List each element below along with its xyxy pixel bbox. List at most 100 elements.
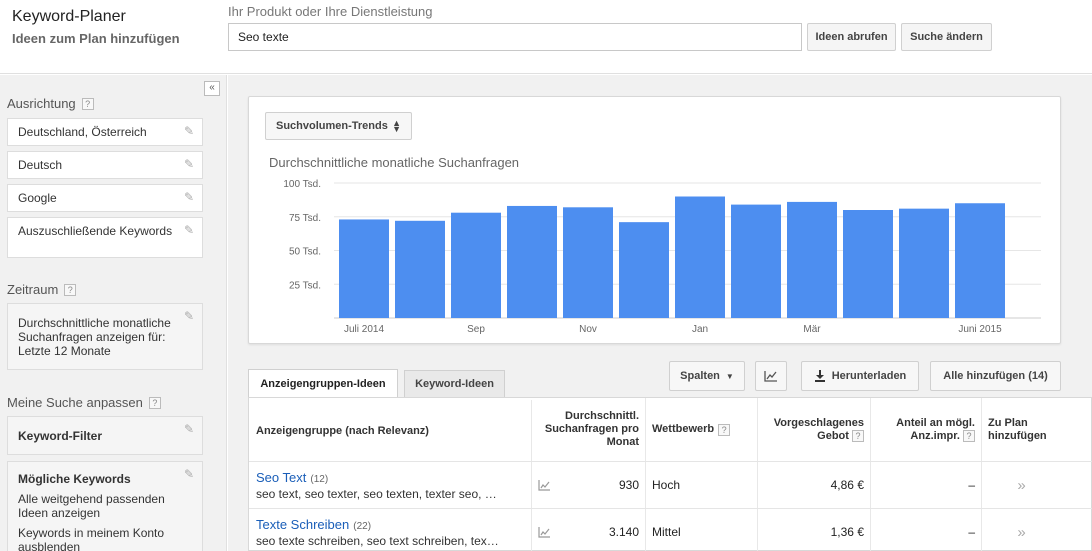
header: Keyword-Planer Ideen zum Plan hinzufügen…	[0, 0, 1092, 74]
adgroup-keywords: seo text, seo texter, seo texten, texter…	[256, 486, 497, 501]
bar-juli-2014	[339, 219, 389, 318]
adgroup-link[interactable]: Seo Text	[256, 470, 306, 485]
targeting-location-label: Deutschland, Österreich	[18, 125, 147, 139]
sort-arrows-icon: ▲ ▼	[392, 118, 401, 134]
possible-keywords-box[interactable]: Mögliche Keywords Alle weitgehend passen…	[7, 461, 203, 551]
targeting-network[interactable]: Google ✎	[7, 184, 203, 212]
metric-select[interactable]: Suchvolumen-Trends ▲ ▼	[265, 112, 412, 140]
trend-chart-icon[interactable]	[538, 479, 551, 491]
bar-dez	[619, 222, 669, 318]
column-header-add-to-plan: Zu Plan hinzufügen	[988, 416, 1047, 442]
help-icon[interactable]: ?	[852, 429, 864, 442]
help-icon[interactable]: ?	[148, 396, 161, 409]
bar-aug	[395, 220, 445, 318]
double-chevron-right-icon: »	[1017, 476, 1026, 494]
line-chart-icon	[764, 371, 777, 382]
double-chevron-right-icon: »	[1017, 523, 1026, 541]
bar-juni-2015	[955, 203, 1005, 318]
bar-jan	[675, 196, 725, 318]
column-header-bid[interactable]: Vorgeschlagenes Gebot ?	[758, 398, 871, 461]
bar-mai	[899, 208, 949, 318]
bar-nov	[563, 207, 613, 318]
avg-searches-value: 3.140	[608, 525, 639, 539]
columns-button[interactable]: Spalten ▼	[669, 361, 745, 391]
bar-apr	[843, 210, 893, 318]
keyword-filter-label: Keyword-Filter	[18, 429, 103, 443]
search-input[interactable]	[228, 23, 802, 51]
help-icon[interactable]: ?	[81, 97, 94, 110]
adgroup-link[interactable]: Texte Schreiben	[256, 517, 349, 532]
table-cell-share: –	[871, 509, 982, 551]
add-to-plan-button[interactable]: »	[982, 509, 1061, 551]
search-label: Ihr Produkt oder Ihre Dienstleistung	[228, 4, 433, 19]
bar-feb	[731, 204, 781, 318]
trend-chart-button[interactable]	[755, 361, 787, 391]
column-header-avg-searches[interactable]: Durchschnittl. Suchanfragen pro Monat	[532, 398, 646, 461]
adgroup-keywords: seo texte schreiben, seo text schreiben,…	[256, 533, 499, 548]
bar-sep	[451, 212, 501, 318]
bar-okt	[507, 205, 557, 318]
period-heading: Zeitraum ?	[7, 282, 77, 297]
column-header-competition[interactable]: Wettbewerb ?	[646, 398, 758, 461]
pencil-icon[interactable]: ✎	[184, 191, 196, 203]
table-cell-competition: Mittel	[646, 509, 758, 551]
targeting-network-label: Google	[18, 191, 57, 205]
targeting-language[interactable]: Deutsch ✎	[7, 151, 203, 179]
metric-select-label: Suchvolumen-Trends	[276, 120, 388, 132]
app-subtitle: Ideen zum Plan hinzufügen	[12, 31, 180, 46]
targeting-location[interactable]: Deutschland, Österreich ✎	[7, 118, 203, 146]
table-row-group: Seo Text (12) seo text, seo texter, seo t…	[249, 462, 532, 508]
add-to-plan-button[interactable]: »	[982, 462, 1061, 508]
collapse-sidebar-icon[interactable]: «	[204, 81, 220, 96]
get-ideas-button[interactable]: Ideen abrufen	[807, 23, 896, 51]
pencil-icon[interactable]: ✎	[184, 310, 196, 322]
x-tick-label: Mär	[803, 324, 821, 335]
table-cell-bid: 4,86 €	[758, 462, 871, 508]
x-tick-label: Juni 2015	[958, 324, 1002, 335]
customize-heading-label: Meine Suche anpassen	[7, 395, 143, 410]
pencil-icon[interactable]: ✎	[184, 125, 196, 137]
download-button-label: Herunterladen	[831, 370, 907, 382]
period-box[interactable]: Durchschnittliche monatliche Suchanfrage…	[7, 303, 203, 370]
targeting-negative-keywords-label: Auszuschließende Keywords	[18, 224, 173, 238]
y-tick-label: 50 Tsd.	[289, 247, 321, 258]
x-tick-label: Sep	[467, 324, 485, 335]
targeting-language-label: Deutsch	[18, 158, 63, 172]
help-icon[interactable]: ?	[963, 429, 975, 442]
avg-searches-value: 930	[618, 478, 639, 492]
pencil-icon[interactable]: ✎	[184, 158, 196, 170]
targeting-heading-label: Ausrichtung	[7, 96, 76, 111]
table-cell-competition: Hoch	[646, 462, 758, 508]
chart-card: 25 Tsd. 50 Tsd. 75 Tsd. 100 Tsd. Juli 2014 Se…	[248, 96, 1061, 344]
tab-adgroup-ideas[interactable]: Anzeigengruppen-Ideen	[248, 369, 398, 398]
tab-keyword-ideas[interactable]: Keyword-Ideen	[404, 370, 505, 397]
results-table: Anzeigengruppe (nach Relevanz) Durchschn…	[248, 397, 1092, 551]
help-icon[interactable]: ?	[718, 423, 731, 436]
pencil-icon[interactable]: ✎	[184, 224, 196, 236]
keyword-filter-box[interactable]: Keyword-Filter ✎	[7, 416, 203, 455]
main-content: 25 Tsd. 50 Tsd. 75 Tsd. 100 Tsd. Juli 2014 Se…	[228, 75, 1092, 551]
help-icon[interactable]: ?	[64, 283, 77, 296]
period-heading-label: Zeitraum	[7, 282, 59, 297]
pencil-icon[interactable]: ✎	[184, 423, 196, 435]
x-tick-label: Nov	[579, 324, 597, 335]
add-all-button[interactable]: Alle hinzufügen (14)	[930, 361, 1061, 391]
x-tick-label: Juli 2014	[344, 324, 384, 335]
bid-header-label: Vorgeschlagenes Gebot	[773, 416, 864, 442]
x-tick-label: Jan	[692, 324, 708, 335]
trend-chart-icon[interactable]	[538, 526, 551, 538]
column-header-impression-share[interactable]: Anteil an mögl. Anz.impr. ?	[871, 398, 982, 461]
sidebar: « Ausrichtung ? Deutschland, Österreich …	[0, 75, 227, 551]
column-header-adgroup[interactable]: Anzeigengruppe (nach Relevanz)	[249, 400, 532, 463]
table-row-group: Texte Schreiben (22) seo texte schreiben,…	[249, 509, 532, 551]
y-tick-label: 25 Tsd.	[289, 280, 321, 291]
app-title: Keyword-Planer	[12, 8, 126, 25]
pencil-icon[interactable]: ✎	[184, 468, 196, 480]
targeting-negative-keywords[interactable]: Auszuschließende Keywords ✎	[7, 217, 203, 258]
table-cell-avg: 930	[532, 462, 646, 508]
download-button[interactable]: Herunterladen	[801, 361, 919, 391]
y-tick-label: 100 Tsd.	[283, 179, 321, 190]
adgroup-count: (22)	[353, 520, 372, 532]
change-search-button[interactable]: Suche ändern	[901, 23, 992, 51]
targeting-heading: Ausrichtung ?	[7, 96, 94, 111]
